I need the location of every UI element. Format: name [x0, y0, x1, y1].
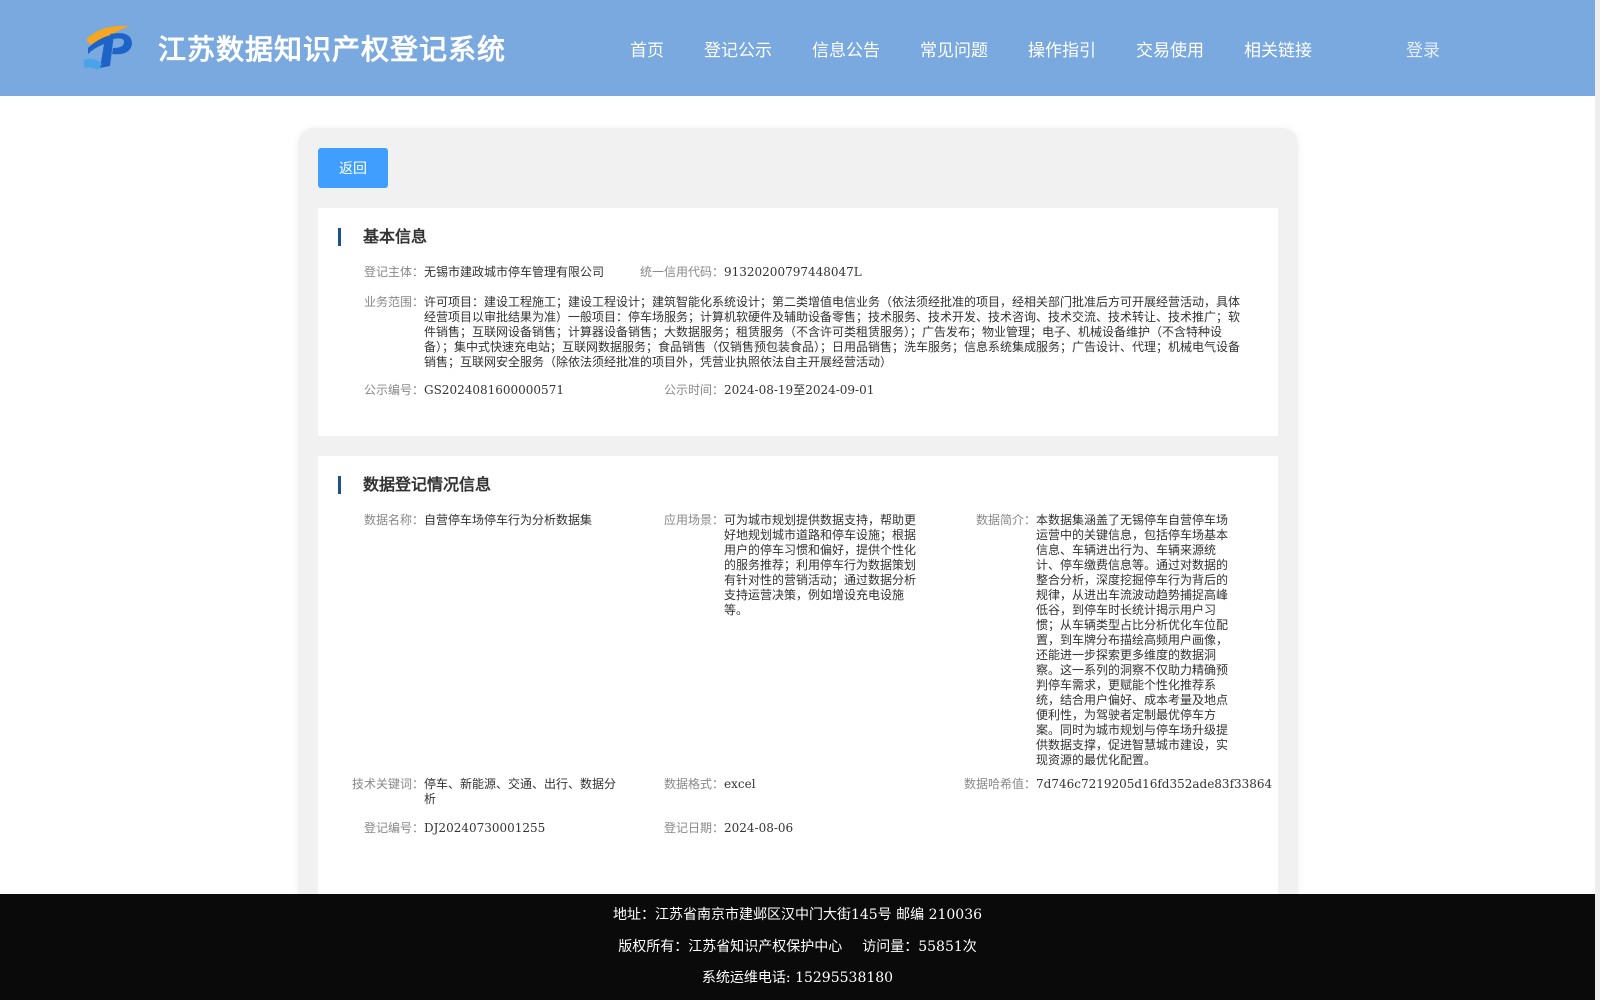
hash-label: 数据哈希值：: [963, 777, 1036, 791]
keywords-field: 技术关键词： 停车、新能源、交通、出行、数据分析: [318, 776, 618, 810]
keywords-label: 技术关键词：: [351, 777, 424, 791]
page-scrollbar[interactable]: [1595, 0, 1600, 1000]
scenario-label: 应用场景：: [663, 513, 724, 527]
nav-info-announcement[interactable]: 信息公告: [792, 36, 900, 61]
nav-faq[interactable]: 常见问题: [900, 36, 1008, 61]
scenario-value: 可为城市规划提供数据支持，帮助更好地规划城市道路和停车设施；根据用户的停车习惯和…: [724, 513, 917, 617]
data-name-value: 自营停车场停车行为分析数据集: [424, 513, 593, 527]
basic-info-section: 基本信息 登记主体： 无锡市建政城市停车管理有限公司 统一信用代码： 91320…: [318, 208, 1278, 436]
site-title: 江苏数据知识产权登记系统: [158, 33, 507, 66]
intro-label: 数据简介：: [975, 513, 1036, 527]
page-footer: 地址：江苏省南京市建邺区汉中门大街145号 邮编 210036 版权所有：江苏省…: [0, 894, 1595, 1000]
detail-card: 返回 基本信息 登记主体： 无锡市建政城市停车管理有限公司 统一信用代码： 91…: [298, 128, 1298, 916]
footer-copyright-line: 版权所有：江苏省知识产权保护中心 访问量：55851次: [0, 936, 1595, 956]
nav-trade-use[interactable]: 交易使用: [1116, 36, 1224, 61]
format-value: excel: [724, 777, 756, 791]
login-link[interactable]: 登录: [1406, 36, 1440, 61]
footer-visits: 访问量：55851次: [862, 939, 977, 955]
footer-phone: 系统运维电话: 15295538180: [701, 970, 894, 986]
hash-value: 7d746c7219205d16fd352ade83f33864: [1036, 777, 1273, 791]
format-label: 数据格式：: [663, 777, 724, 791]
nav-operation-guide[interactable]: 操作指引: [1008, 36, 1116, 61]
reg-date-label: 登记日期：: [663, 821, 724, 835]
basic-info-title: 基本信息: [338, 228, 427, 246]
credit-code-value: 91320200797448047L: [724, 265, 862, 279]
reg-date-field: 登记日期： 2024-08-06: [618, 820, 928, 836]
site-logo-icon[interactable]: [80, 20, 140, 72]
main-nav: 首页 登记公示 信息公告 常见问题 操作指引 交易使用 相关链接: [610, 0, 1332, 96]
intro-field: 数据简介： 本数据集涵盖了无锡停车自营停车场运营中的关键信息，包括停车场基本信息…: [928, 512, 1268, 772]
notice-time-value: 2024-08-19至2024-09-01: [724, 383, 875, 397]
credit-code-field: 统一信用代码： 91320200797448047L: [318, 264, 1278, 280]
footer-address: 地址：江苏省南京市建邺区汉中门大街145号 邮编 210036: [612, 907, 983, 923]
keywords-value: 停车、新能源、交通、出行、数据分析: [424, 777, 617, 806]
reg-no-label: 登记编号：: [363, 821, 424, 835]
hash-field: 数据哈希值： 7d746c7219205d16fd352ade83f33864: [928, 776, 1272, 792]
business-scope-value: 许可项目：建设工程施工；建设工程设计；建筑智能化系统设计；第二类增值电信业务（依…: [424, 295, 1241, 369]
data-info-section: 数据登记情况信息 数据名称： 自营停车场停车行为分析数据集 应用场景： 可为城市…: [318, 456, 1278, 916]
nav-registration-notice[interactable]: 登记公示: [684, 36, 792, 61]
footer-copyright: 版权所有：江苏省知识产权保护中心: [618, 939, 843, 955]
data-info-title: 数据登记情况信息: [338, 476, 491, 494]
intro-value: 本数据集涵盖了无锡停车自营停车场运营中的关键信息，包括停车场基本信息、车辆进出行…: [1036, 513, 1229, 767]
data-name-field: 数据名称： 自营停车场停车行为分析数据集: [318, 512, 618, 532]
business-scope-label: 业务范围：: [363, 295, 424, 309]
format-field: 数据格式： excel: [618, 776, 928, 792]
business-scope-field: 业务范围： 许可项目：建设工程施工；建设工程设计；建筑智能化系统设计；第二类增值…: [318, 294, 1278, 374]
top-header: 江苏数据知识产权登记系统 首页 登记公示 信息公告 常见问题 操作指引 交易使用…: [0, 0, 1600, 96]
nav-home[interactable]: 首页: [610, 36, 684, 61]
reg-no-field: 登记编号： DJ20240730001255: [318, 820, 618, 836]
credit-code-label: 统一信用代码：: [639, 265, 724, 279]
nav-related-links[interactable]: 相关链接: [1224, 36, 1332, 61]
reg-date-value: 2024-08-06: [724, 821, 794, 835]
reg-no-value: DJ20240730001255: [424, 821, 546, 835]
data-name-label: 数据名称：: [363, 513, 424, 527]
notice-time-label: 公示时间：: [663, 383, 724, 397]
scenario-field: 应用场景： 可为城市规划提供数据支持，帮助更好地规划城市道路和停车设施；根据用户…: [618, 512, 928, 622]
notice-time-field: 公示时间： 2024-08-19至2024-09-01: [318, 382, 1278, 398]
back-button[interactable]: 返回: [318, 148, 388, 188]
